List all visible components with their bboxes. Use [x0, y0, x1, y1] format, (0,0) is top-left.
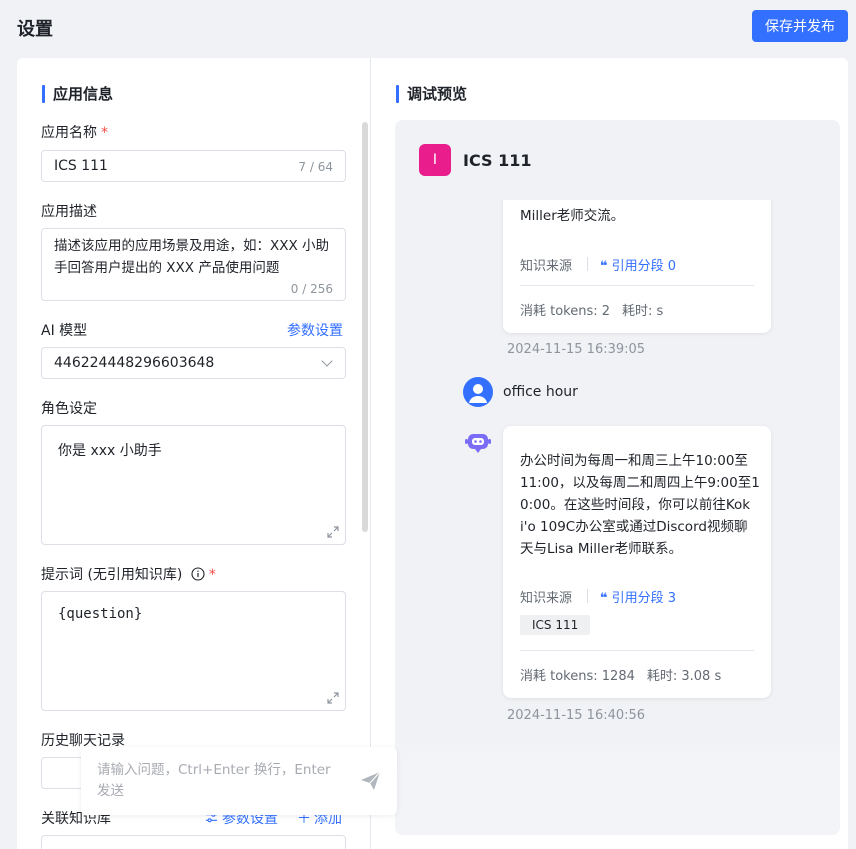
source-label: 知识来源: [520, 259, 573, 274]
app-avatar: I: [419, 144, 451, 176]
bot-message-card: 办公时间为每周一和周三上午10:00至 11:00，以及每周二和周四上午9:00…: [503, 426, 771, 698]
role-setting-label: 角色设定: [41, 401, 97, 417]
quote-icon: ❝: [600, 591, 608, 606]
page-title: 设置: [17, 19, 53, 40]
chat-input[interactable]: 请输入问题，Ctrl+Enter 换行，Enter 发送: [81, 747, 397, 815]
ai-model-value: 446224448296603648: [54, 355, 215, 371]
app-name: ICS 111: [463, 151, 532, 170]
message-timestamp: 2024-11-15 16:39:05: [507, 342, 646, 357]
save-and-publish-button[interactable]: 保存并发布: [752, 10, 848, 42]
user-avatar: [463, 377, 493, 407]
app-info-section-title: 应用信息: [42, 85, 113, 103]
user-message-text: office hour: [503, 384, 578, 400]
divider: [520, 650, 754, 651]
bot-icon: [465, 434, 491, 453]
bot-message-text: Miller老师交流。: [520, 208, 625, 224]
citation-link[interactable]: ❝ 引用分段 3: [600, 587, 676, 606]
app-desc-char-count: 0 / 256: [290, 282, 333, 296]
app-name-value: ICS 111: [54, 158, 108, 174]
bot-message-text: 办公时间为每周一和周三上午10:00至 11:00，以及每周二和周四上午9:00…: [520, 453, 760, 557]
info-icon[interactable]: [191, 567, 205, 581]
expand-icon[interactable]: [327, 692, 339, 704]
separator: [587, 589, 588, 603]
chevron-down-icon: [321, 355, 333, 367]
source-tag[interactable]: ICS 111: [520, 615, 591, 635]
settings-card: 应用信息 应用名称 * ICS 111 7 / 64 应用描述 描述该应用的应用场…: [17, 58, 848, 849]
prompt-value: {question}: [58, 606, 143, 622]
role-setting-value: 你是 xxx 小助手: [58, 443, 162, 459]
prompt-label: 提示词 (无引用知识库) *: [41, 567, 216, 583]
send-icon[interactable]: [359, 769, 383, 793]
ai-model-label: AI 模型: [41, 323, 88, 339]
required-mark: *: [101, 125, 108, 141]
separator: [587, 257, 588, 271]
chat-preview: I ICS 111 Miller老师交流。 知识来源 ❝ 引用分段 0 消耗 to…: [395, 120, 840, 835]
divider: [520, 285, 754, 286]
app-desc-label: 应用描述: [41, 204, 97, 220]
chat-input-placeholder: 请输入问题，Ctrl+Enter 换行，Enter 发送: [97, 762, 331, 799]
token-usage: 消耗 tokens: 2 耗时: s: [520, 304, 664, 319]
app-desc-placeholder: 描述该应用的应用场景及用途，如：XXX 小助手回答用户提出的 XXX 产品使用问…: [54, 238, 330, 276]
app-name-char-count: 7 / 64: [298, 160, 333, 174]
source-label: 知识来源: [520, 591, 573, 606]
preview-section-title: 调试预览: [396, 85, 467, 103]
fade-overlay: [395, 730, 840, 835]
knowledge-base-field[interactable]: [41, 835, 346, 849]
app-name-label: 应用名称 *: [41, 125, 108, 141]
token-usage: 消耗 tokens: 1284 耗时: 3.08 s: [520, 669, 722, 684]
expand-icon[interactable]: [327, 526, 339, 538]
model-param-settings-link[interactable]: 参数设置: [287, 320, 343, 340]
app-name-input[interactable]: ICS 111 7 / 64: [41, 150, 346, 182]
panel-divider: [370, 58, 371, 849]
prompt-textarea[interactable]: {question}: [41, 591, 346, 711]
app-desc-textarea[interactable]: 描述该应用的应用场景及用途，如：XXX 小助手回答用户提出的 XXX 产品使用问…: [41, 228, 346, 301]
top-bar: 设置 保存并发布: [0, 0, 856, 58]
role-setting-textarea[interactable]: 你是 xxx 小助手: [41, 425, 346, 545]
required-mark: *: [208, 567, 216, 583]
citation-link[interactable]: ❝ 引用分段 0: [600, 255, 676, 274]
scrollbar[interactable]: [362, 122, 368, 532]
quote-icon: ❝: [600, 259, 608, 274]
message-timestamp: 2024-11-15 16:40:56: [507, 708, 646, 723]
preview-app-header: I ICS 111: [395, 120, 840, 200]
ai-model-select[interactable]: 446224448296603648: [41, 347, 346, 379]
